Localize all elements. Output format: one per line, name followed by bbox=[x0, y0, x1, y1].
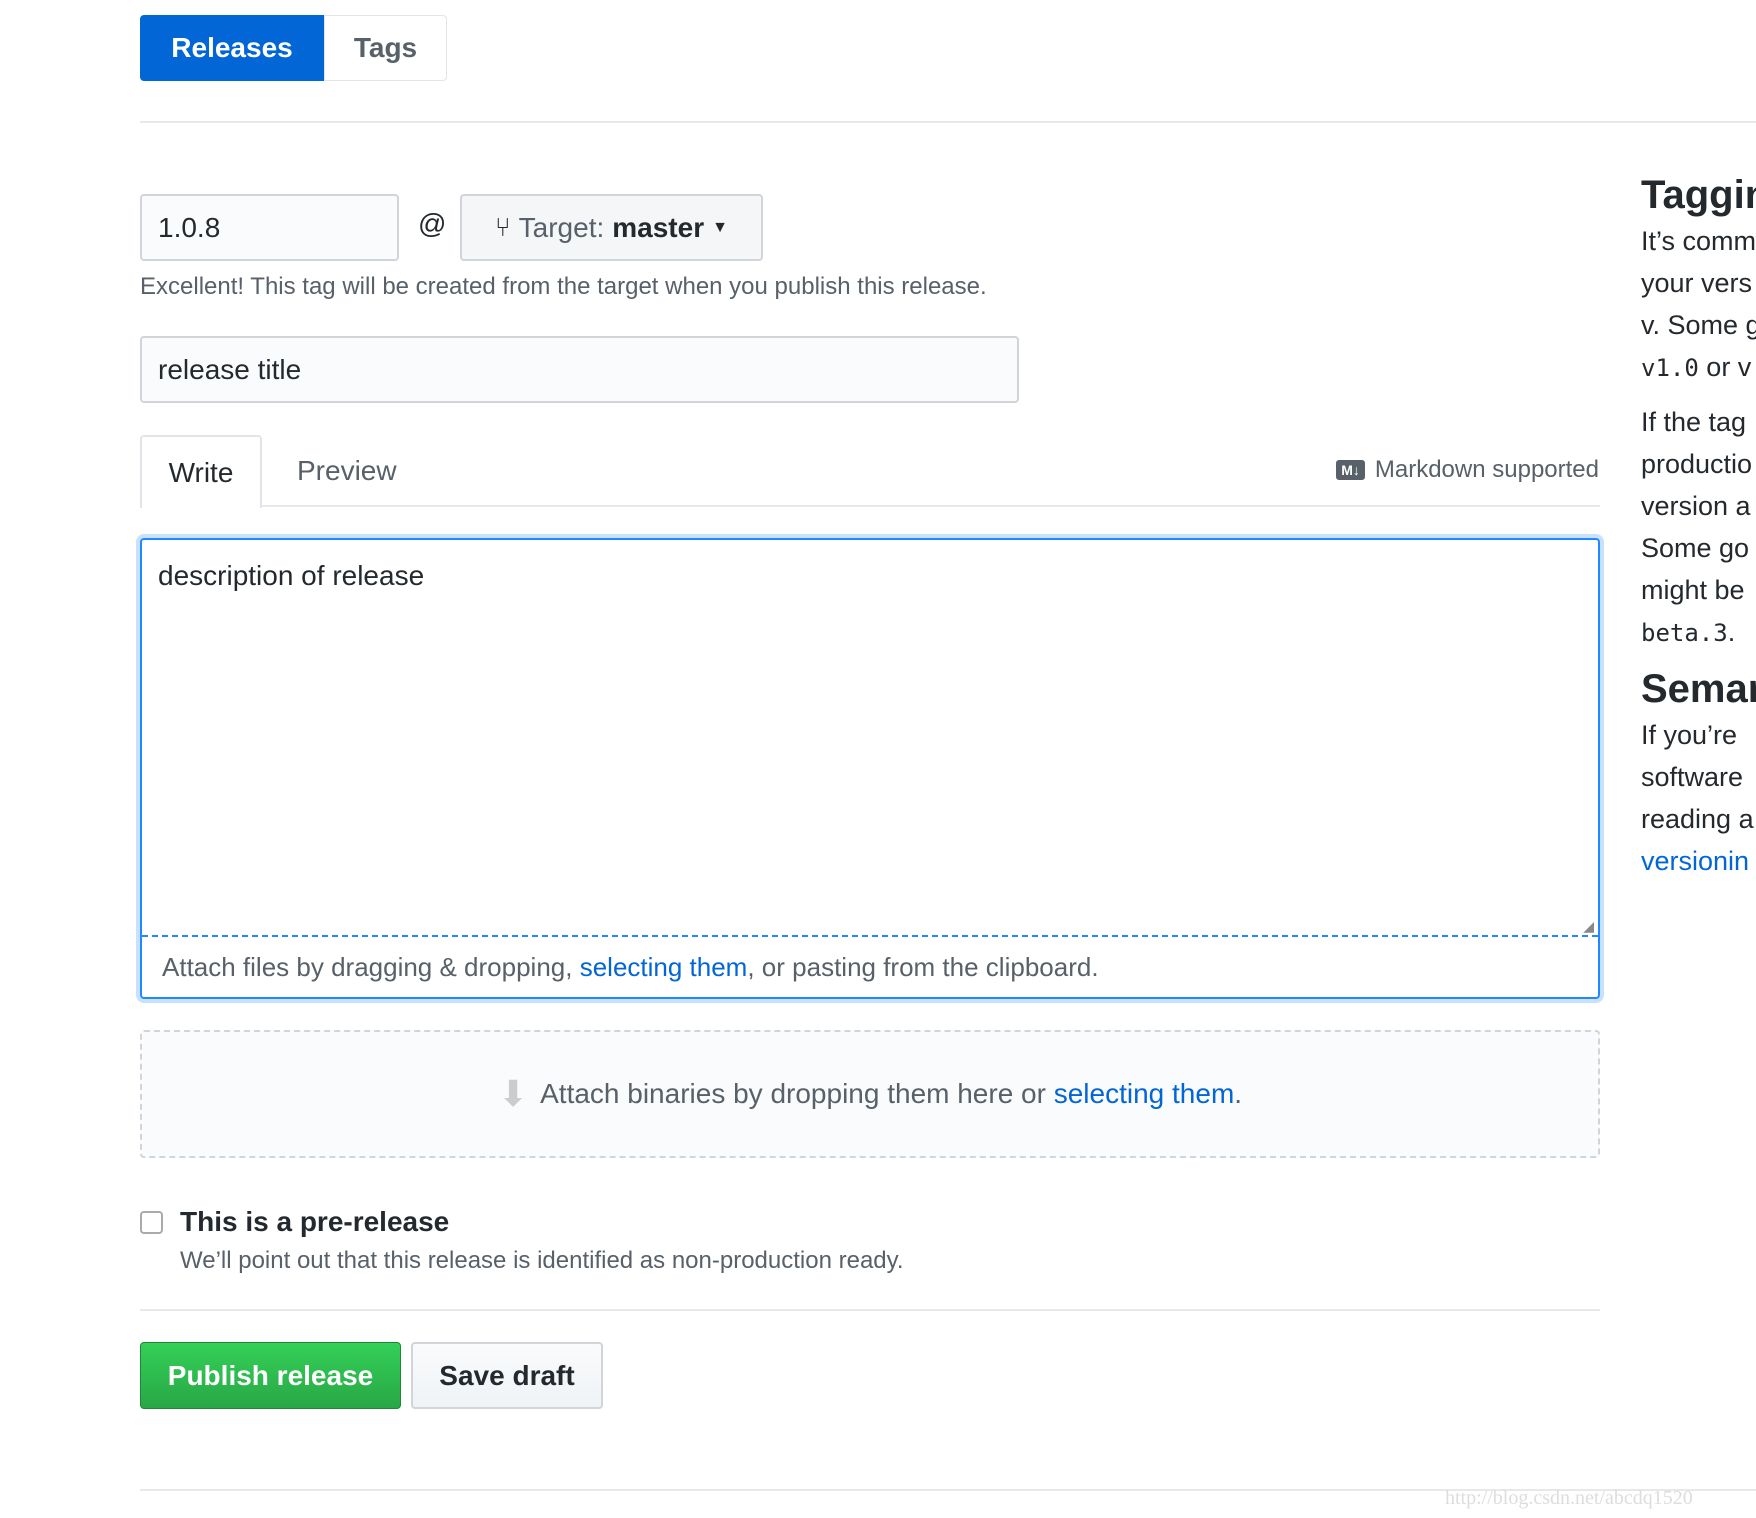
help-text: or v bbox=[1698, 352, 1752, 382]
prerelease-label[interactable]: This is a pre-release bbox=[180, 1206, 449, 1238]
help-text: software bbox=[1641, 762, 1744, 792]
target-branch-dropdown[interactable]: ⑂ Target: master ▼ bbox=[460, 194, 763, 261]
branch-icon: ⑂ bbox=[495, 212, 511, 242]
resize-handle[interactable]: ◢ bbox=[1583, 918, 1594, 935]
tab-releases[interactable]: Releases bbox=[140, 15, 324, 81]
sidebar-help: Taggin It’s comm your vers v. Some g v1.… bbox=[1641, 170, 1756, 882]
attach-files-bar: Attach files by dragging & dropping, sel… bbox=[162, 952, 1099, 983]
select-files-link[interactable]: selecting them bbox=[580, 952, 748, 982]
divider bbox=[140, 1309, 1600, 1311]
help-text: reading a bbox=[1641, 804, 1754, 834]
attach-files-text: Attach files by dragging & dropping, bbox=[162, 952, 580, 982]
help-text: might be bbox=[1641, 575, 1745, 605]
help-text: . bbox=[1727, 617, 1736, 647]
markdown-label: Markdown supported bbox=[1374, 456, 1599, 483]
watermark: http://blog.csdn.net/abcdq1520 bbox=[1445, 1487, 1693, 1509]
heading-tagging: Taggin bbox=[1641, 173, 1756, 217]
prerelease-note: We’ll point out that this release is ide… bbox=[180, 1247, 904, 1274]
help-text: Some go bbox=[1641, 533, 1750, 563]
help-text: If you’re bbox=[1641, 720, 1738, 750]
tab-write[interactable]: Write bbox=[140, 435, 262, 508]
help-text: v. Some g bbox=[1641, 310, 1756, 340]
at-sign: @ bbox=[418, 208, 447, 239]
release-title-input[interactable]: release title bbox=[140, 336, 1019, 403]
arrow-down-icon: ⬇ bbox=[497, 1073, 529, 1114]
semver-link[interactable]: versionin bbox=[1641, 846, 1749, 876]
tab-divider bbox=[140, 505, 1600, 507]
target-branch: master bbox=[612, 211, 705, 243]
write-label: Write bbox=[168, 456, 234, 488]
tag-hint: Excellent! This tag will be created from… bbox=[140, 273, 987, 300]
help-text: beta.3. bbox=[1641, 611, 1756, 654]
code: v1.0 bbox=[1641, 354, 1699, 382]
heading-semantic: Semar bbox=[1641, 667, 1756, 711]
tab-preview[interactable]: Preview bbox=[297, 455, 397, 487]
save-draft-button[interactable]: Save draft bbox=[411, 1342, 603, 1409]
select-binaries-link[interactable]: selecting them bbox=[1054, 1078, 1235, 1109]
tag-version-input[interactable]: 1.0.8 bbox=[140, 194, 399, 261]
help-text: your vers bbox=[1641, 268, 1753, 298]
help-text: productio bbox=[1641, 449, 1753, 479]
attach-files-suffix: , or pasting from the clipboard. bbox=[747, 952, 1099, 982]
markdown-supported[interactable]: M↓ Markdown supported bbox=[1336, 456, 1599, 484]
divider bbox=[140, 121, 1756, 123]
description-editor[interactable]: description of release ◢ Attach files by… bbox=[140, 538, 1600, 999]
markdown-icon: M↓ bbox=[1336, 460, 1365, 480]
caret-down-icon: ▼ bbox=[712, 218, 728, 236]
prerelease-checkbox[interactable] bbox=[140, 1211, 163, 1234]
tab-tags[interactable]: Tags bbox=[324, 15, 447, 81]
help-text: version a bbox=[1641, 491, 1751, 521]
help-text: It’s comm bbox=[1641, 226, 1756, 256]
target-label: Target: bbox=[518, 211, 605, 243]
code: beta.3 bbox=[1641, 619, 1728, 647]
attach-binaries-suffix: . bbox=[1234, 1078, 1243, 1109]
description-textarea[interactable]: description of release bbox=[158, 560, 424, 592]
help-text: If the tag bbox=[1641, 407, 1747, 437]
attach-binaries-text: Attach binaries by dropping them here or bbox=[540, 1078, 1054, 1109]
publish-release-button[interactable]: Publish release bbox=[140, 1342, 401, 1409]
binaries-dropzone[interactable]: ⬇ Attach binaries by dropping them here … bbox=[140, 1030, 1600, 1158]
help-text: v1.0 or v bbox=[1641, 346, 1756, 389]
